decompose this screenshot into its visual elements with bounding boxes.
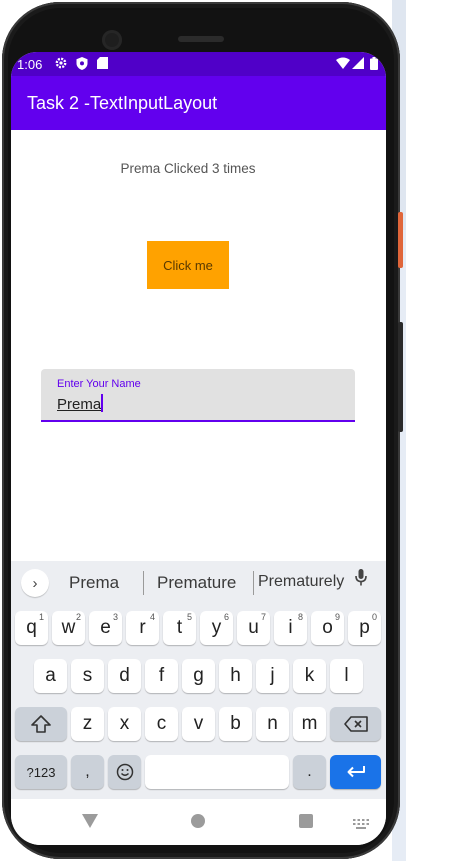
key-hint: 8: [297, 612, 303, 622]
key-y[interactable]: y6: [200, 611, 233, 645]
key-hint: 7: [260, 612, 266, 622]
key-label: q: [26, 617, 37, 638]
key-hint: 4: [149, 612, 155, 622]
gear-icon: [55, 57, 67, 72]
key-v[interactable]: v: [182, 707, 215, 741]
key-label: r: [139, 617, 146, 638]
keyboard-switch-icon[interactable]: [353, 816, 369, 834]
comma-key[interactable]: ,: [71, 755, 104, 789]
text-caret: [101, 394, 104, 412]
name-field-value: Prema: [57, 396, 102, 413]
power-button[interactable]: [398, 212, 403, 268]
suggestion-divider: [143, 571, 144, 595]
backspace-key[interactable]: [330, 707, 381, 741]
enter-key[interactable]: [330, 755, 381, 789]
key-k[interactable]: k: [293, 659, 326, 693]
emoji-icon: [116, 763, 133, 781]
key-x[interactable]: x: [108, 707, 141, 741]
key-f[interactable]: f: [145, 659, 178, 693]
key-label: i: [288, 617, 293, 638]
device-screen: 1:06 Task 2 -TextInputLayout Prema Click…: [11, 52, 386, 845]
key-label: t: [176, 617, 183, 638]
shift-icon: [31, 715, 51, 733]
key-hint: 6: [223, 612, 229, 622]
key-m[interactable]: m: [293, 707, 326, 741]
home-icon[interactable]: [191, 814, 205, 833]
period-key[interactable]: .: [293, 755, 326, 789]
click-count-text: Prema Clicked 3 times: [120, 161, 256, 176]
key-l[interactable]: l: [330, 659, 363, 693]
click-me-button[interactable]: Click me: [147, 241, 229, 289]
back-icon[interactable]: [82, 814, 98, 833]
soft-keyboard: › Prema Premature Prematurely q1 w2 e3 r…: [11, 561, 386, 799]
key-hint: 9: [334, 612, 340, 622]
emoji-key[interactable]: [108, 755, 141, 789]
chevron-right-icon[interactable]: ›: [21, 569, 49, 597]
wifi-icon: [336, 57, 350, 72]
front-camera: [102, 30, 122, 50]
navigation-bar: [11, 799, 386, 845]
key-hint: 0: [371, 612, 377, 622]
key-j[interactable]: j: [256, 659, 289, 693]
key-t[interactable]: t5: [163, 611, 196, 645]
battery-icon: [370, 57, 378, 73]
space-key[interactable]: [145, 755, 289, 789]
name-field-label: Enter Your Name: [57, 378, 141, 390]
key-o[interactable]: o9: [311, 611, 344, 645]
key-b[interactable]: b: [219, 707, 252, 741]
key-g[interactable]: g: [182, 659, 215, 693]
app-title: Task 2 -TextInputLayout: [27, 93, 218, 113]
shield-icon: [76, 57, 88, 73]
suggestion-3[interactable]: Prematurely: [258, 573, 344, 591]
sd-card-icon: [97, 57, 108, 72]
signal-icon: [352, 57, 364, 72]
status-bar: 1:06: [11, 52, 386, 76]
key-c[interactable]: c: [145, 707, 178, 741]
recents-icon[interactable]: [299, 814, 313, 833]
key-q[interactable]: q1: [15, 611, 48, 645]
shift-key[interactable]: [15, 707, 67, 741]
key-s[interactable]: s: [71, 659, 104, 693]
key-i[interactable]: i8: [274, 611, 307, 645]
key-u[interactable]: u7: [237, 611, 270, 645]
key-label: o: [322, 617, 333, 638]
enter-icon: [347, 766, 365, 778]
key-label: w: [61, 617, 76, 638]
key-label: e: [100, 617, 111, 638]
key-z[interactable]: z: [71, 707, 104, 741]
key-a[interactable]: a: [34, 659, 67, 693]
key-hint: 1: [38, 612, 44, 622]
key-label: y: [211, 617, 222, 638]
name-text-input-layout[interactable]: Enter Your Name Prema: [41, 369, 355, 422]
key-n[interactable]: n: [256, 707, 289, 741]
microphone-icon[interactable]: [355, 569, 367, 591]
suggestion-strip: › Prema Premature Prematurely: [11, 561, 386, 603]
volume-button[interactable]: [398, 322, 403, 432]
key-h[interactable]: h: [219, 659, 252, 693]
suggestion-1[interactable]: Prema: [69, 573, 119, 593]
name-field-input[interactable]: Prema: [57, 394, 104, 413]
backspace-icon: [343, 716, 368, 732]
key-r[interactable]: r4: [126, 611, 159, 645]
key-label: p: [359, 617, 370, 638]
key-p[interactable]: p0: [348, 611, 381, 645]
key-label: u: [248, 617, 259, 638]
symbols-key[interactable]: ?123: [15, 755, 67, 789]
key-hint: 3: [112, 612, 118, 622]
key-hint: 2: [75, 612, 81, 622]
key-e[interactable]: e3: [89, 611, 122, 645]
suggestion-2[interactable]: Premature: [157, 573, 236, 593]
key-w[interactable]: w2: [52, 611, 85, 645]
key-d[interactable]: d: [108, 659, 141, 693]
status-time: 1:06: [17, 57, 43, 72]
earpiece-speaker: [178, 36, 224, 42]
app-bar: Task 2 -TextInputLayout: [11, 76, 386, 130]
key-hint: 5: [186, 612, 192, 622]
suggestion-divider: [253, 571, 254, 595]
